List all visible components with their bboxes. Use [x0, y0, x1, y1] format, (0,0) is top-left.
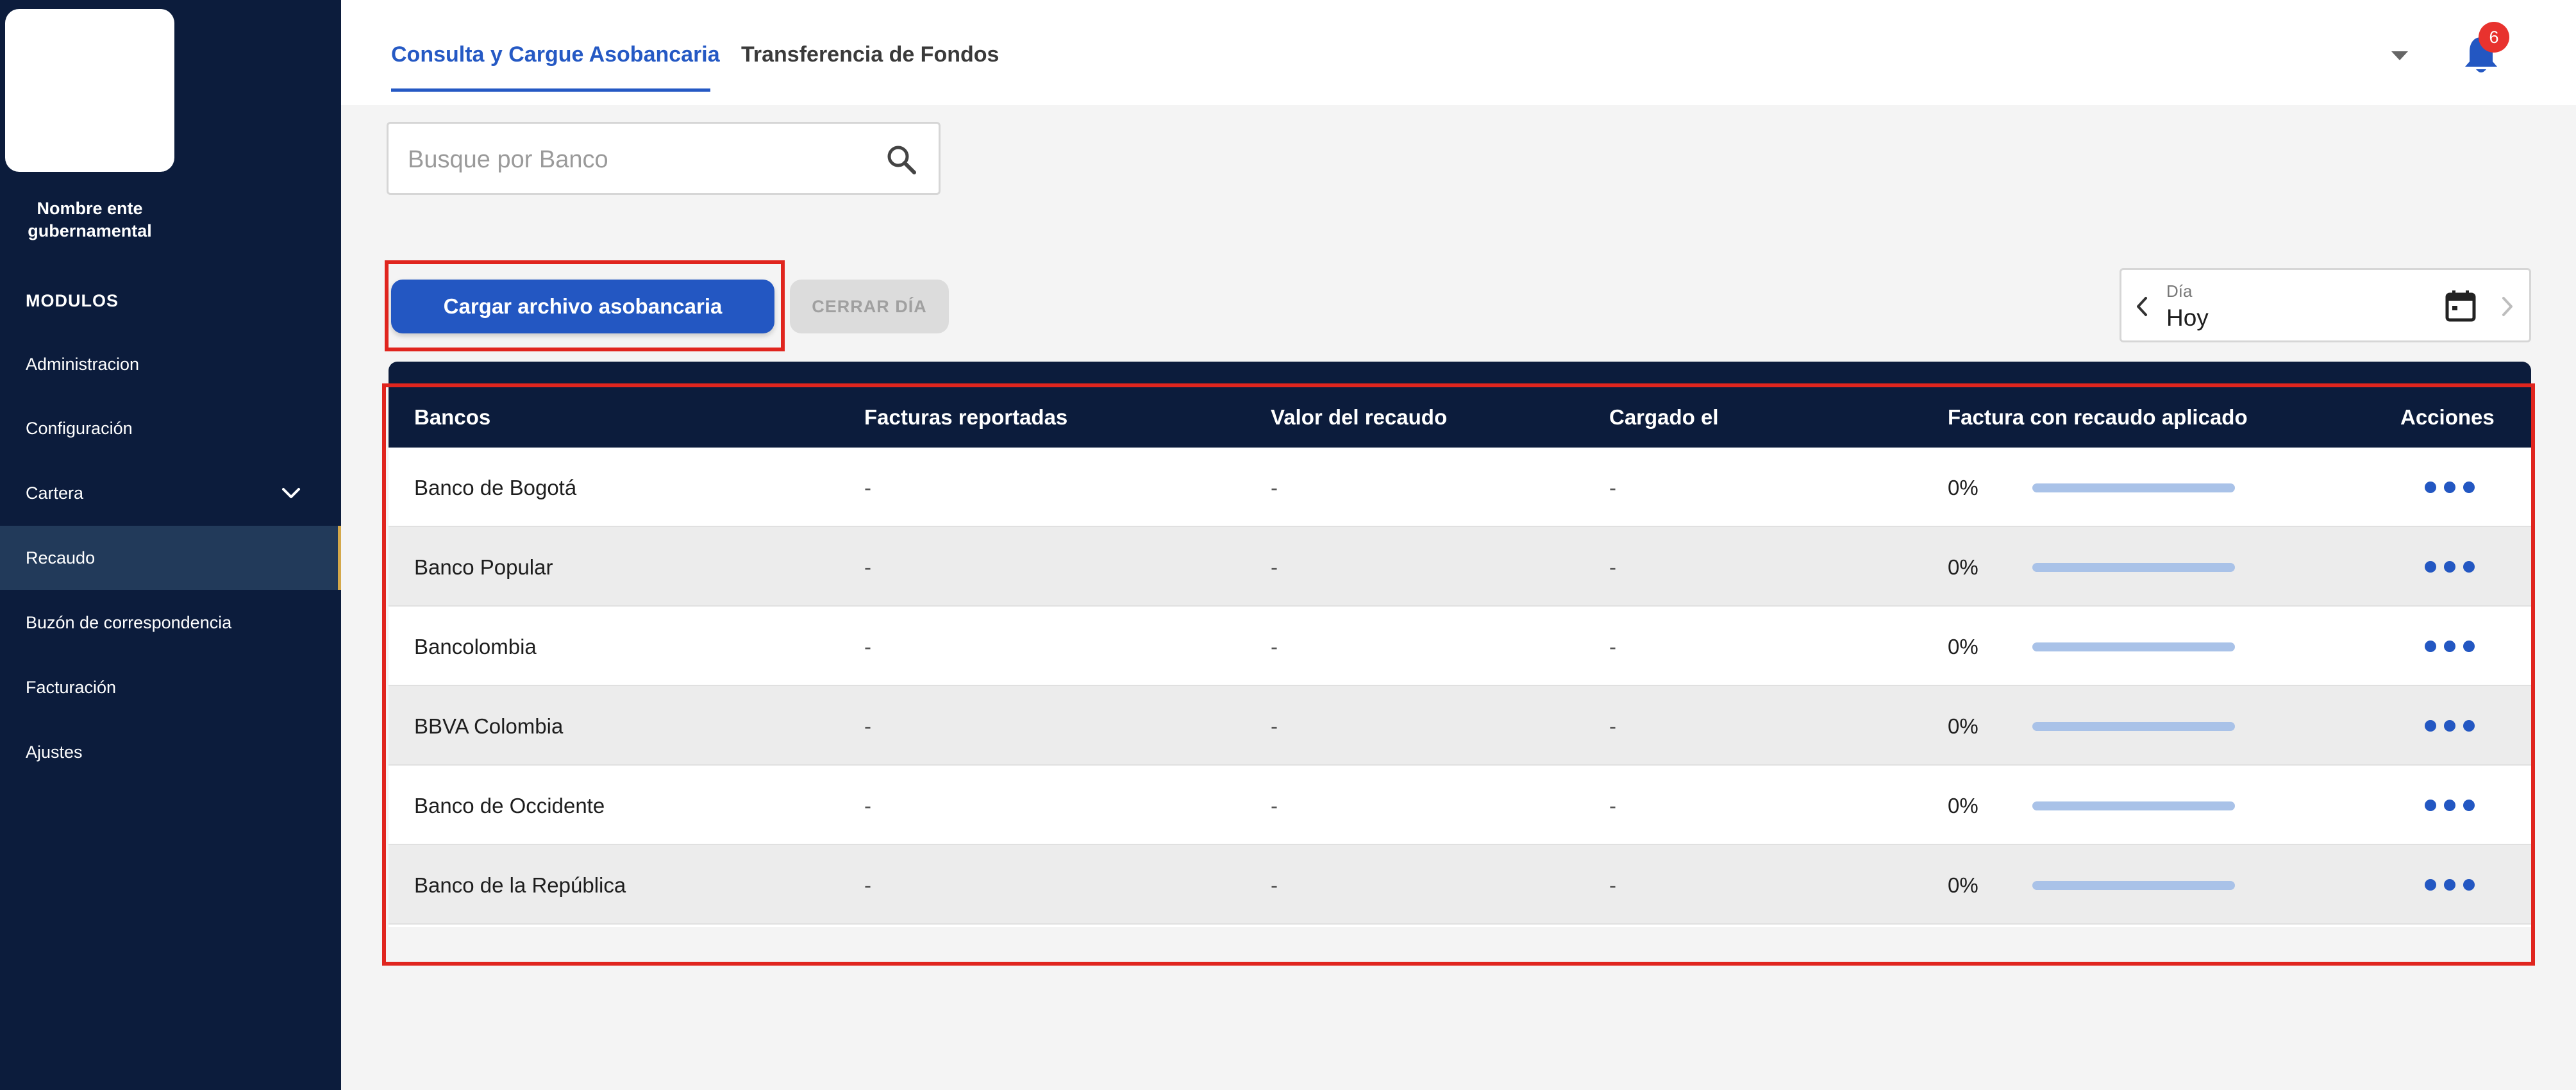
app-root: Nombre ente gubernamental MODULOS Admini… [0, 0, 2576, 1090]
entity-name: Nombre ente gubernamental [28, 199, 152, 240]
chevron-down-icon[interactable] [281, 485, 301, 501]
sidebar-item-label: Administracion [26, 354, 140, 374]
caret-down-icon[interactable] [2390, 50, 2409, 62]
search-icon[interactable] [885, 143, 918, 176]
entity-logo [5, 9, 174, 172]
active-tab-indicator [391, 88, 710, 92]
table-highlight [382, 383, 2535, 966]
date-value: Hoy [2166, 305, 2209, 331]
sidebar-item-label: Buzón de correspondencia [26, 612, 232, 632]
date-picker[interactable]: Día Hoy [2120, 268, 2531, 342]
sidebar-item-configuracion[interactable]: Configuración [0, 396, 341, 460]
calendar-icon[interactable] [2445, 289, 2477, 323]
sidebar-item-buzon[interactable]: Buzón de correspondencia [0, 591, 341, 655]
top-bar: Consulta y Cargue Asobancaria Transferen… [341, 0, 2576, 105]
sidebar-item-label: Recaudo [26, 548, 96, 567]
search-input[interactable] [408, 140, 857, 179]
sidebar-item-facturacion[interactable]: Facturación [0, 655, 341, 719]
chevron-right-icon[interactable] [2500, 296, 2515, 317]
modules-title: MODULOS [26, 291, 119, 310]
tab-transferencia-fondos[interactable]: Transferencia de Fondos [741, 42, 999, 67]
close-day-button: CERRAR DÍA [790, 280, 949, 333]
sidebar-item-label: Configuración [26, 418, 133, 438]
chevron-left-icon[interactable] [2134, 296, 2150, 317]
tab-consulta-cargue[interactable]: Consulta y Cargue Asobancaria [391, 42, 720, 67]
sidebar-item-label: Ajustes [26, 742, 83, 762]
upload-asobancaria-button[interactable]: Cargar archivo asobancaria [391, 280, 774, 333]
sidebar-item-administracion[interactable]: Administracion [0, 332, 341, 396]
notification-badge: 6 [2479, 22, 2509, 53]
date-label: Día [2166, 281, 2193, 301]
sidebar-item-recaudo[interactable]: Recaudo [0, 526, 341, 590]
sidebar-item-label: Cartera [26, 483, 84, 503]
sidebar-item-ajustes[interactable]: Ajustes [0, 720, 341, 784]
search-box [387, 122, 941, 195]
sidebar-item-label: Facturación [26, 677, 117, 697]
sidebar: Nombre ente gubernamental MODULOS Admini… [0, 0, 341, 1090]
sidebar-item-cartera[interactable]: Cartera [0, 461, 341, 525]
